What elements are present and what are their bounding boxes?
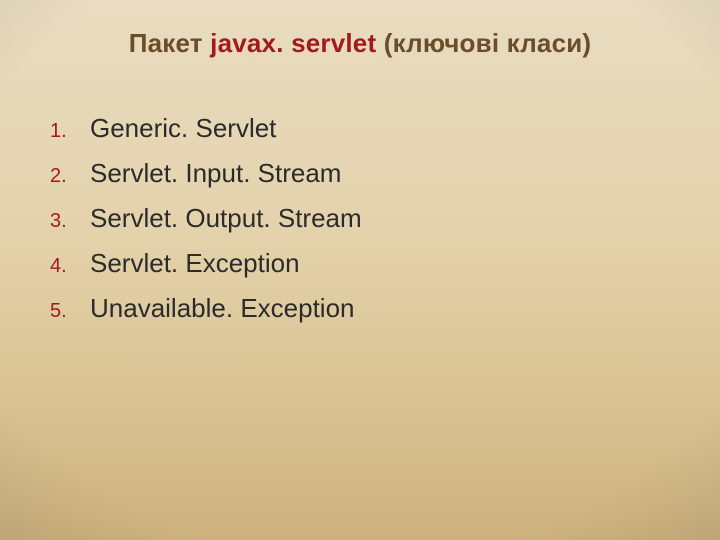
title-suffix: (ключові класи) [376, 28, 591, 58]
list-number: 1. [46, 120, 90, 143]
slide-title: Пакет javax. servlet (ключові класи) [40, 28, 680, 59]
list-text: Generic. Servlet [90, 111, 276, 146]
list-item: 3. Servlet. Output. Stream [46, 201, 680, 236]
list-text: Servlet. Output. Stream [90, 201, 362, 236]
title-prefix: Пакет [129, 28, 210, 58]
list-item: 2. Servlet. Input. Stream [46, 156, 680, 191]
slide: Пакет javax. servlet (ключові класи) 1. … [0, 0, 720, 540]
list-number: 4. [46, 255, 90, 278]
title-package: javax. servlet [210, 28, 376, 58]
list-number: 2. [46, 165, 90, 188]
list-item: 5. Unavailable. Exception [46, 291, 680, 326]
list-text: Servlet. Exception [90, 246, 300, 281]
list-text: Servlet. Input. Stream [90, 156, 341, 191]
list-number: 3. [46, 210, 90, 233]
list-item: 4. Servlet. Exception [46, 246, 680, 281]
list-item: 1. Generic. Servlet [46, 111, 680, 146]
list-text: Unavailable. Exception [90, 291, 355, 326]
class-list: 1. Generic. Servlet 2. Servlet. Input. S… [46, 111, 680, 326]
list-number: 5. [46, 300, 90, 323]
